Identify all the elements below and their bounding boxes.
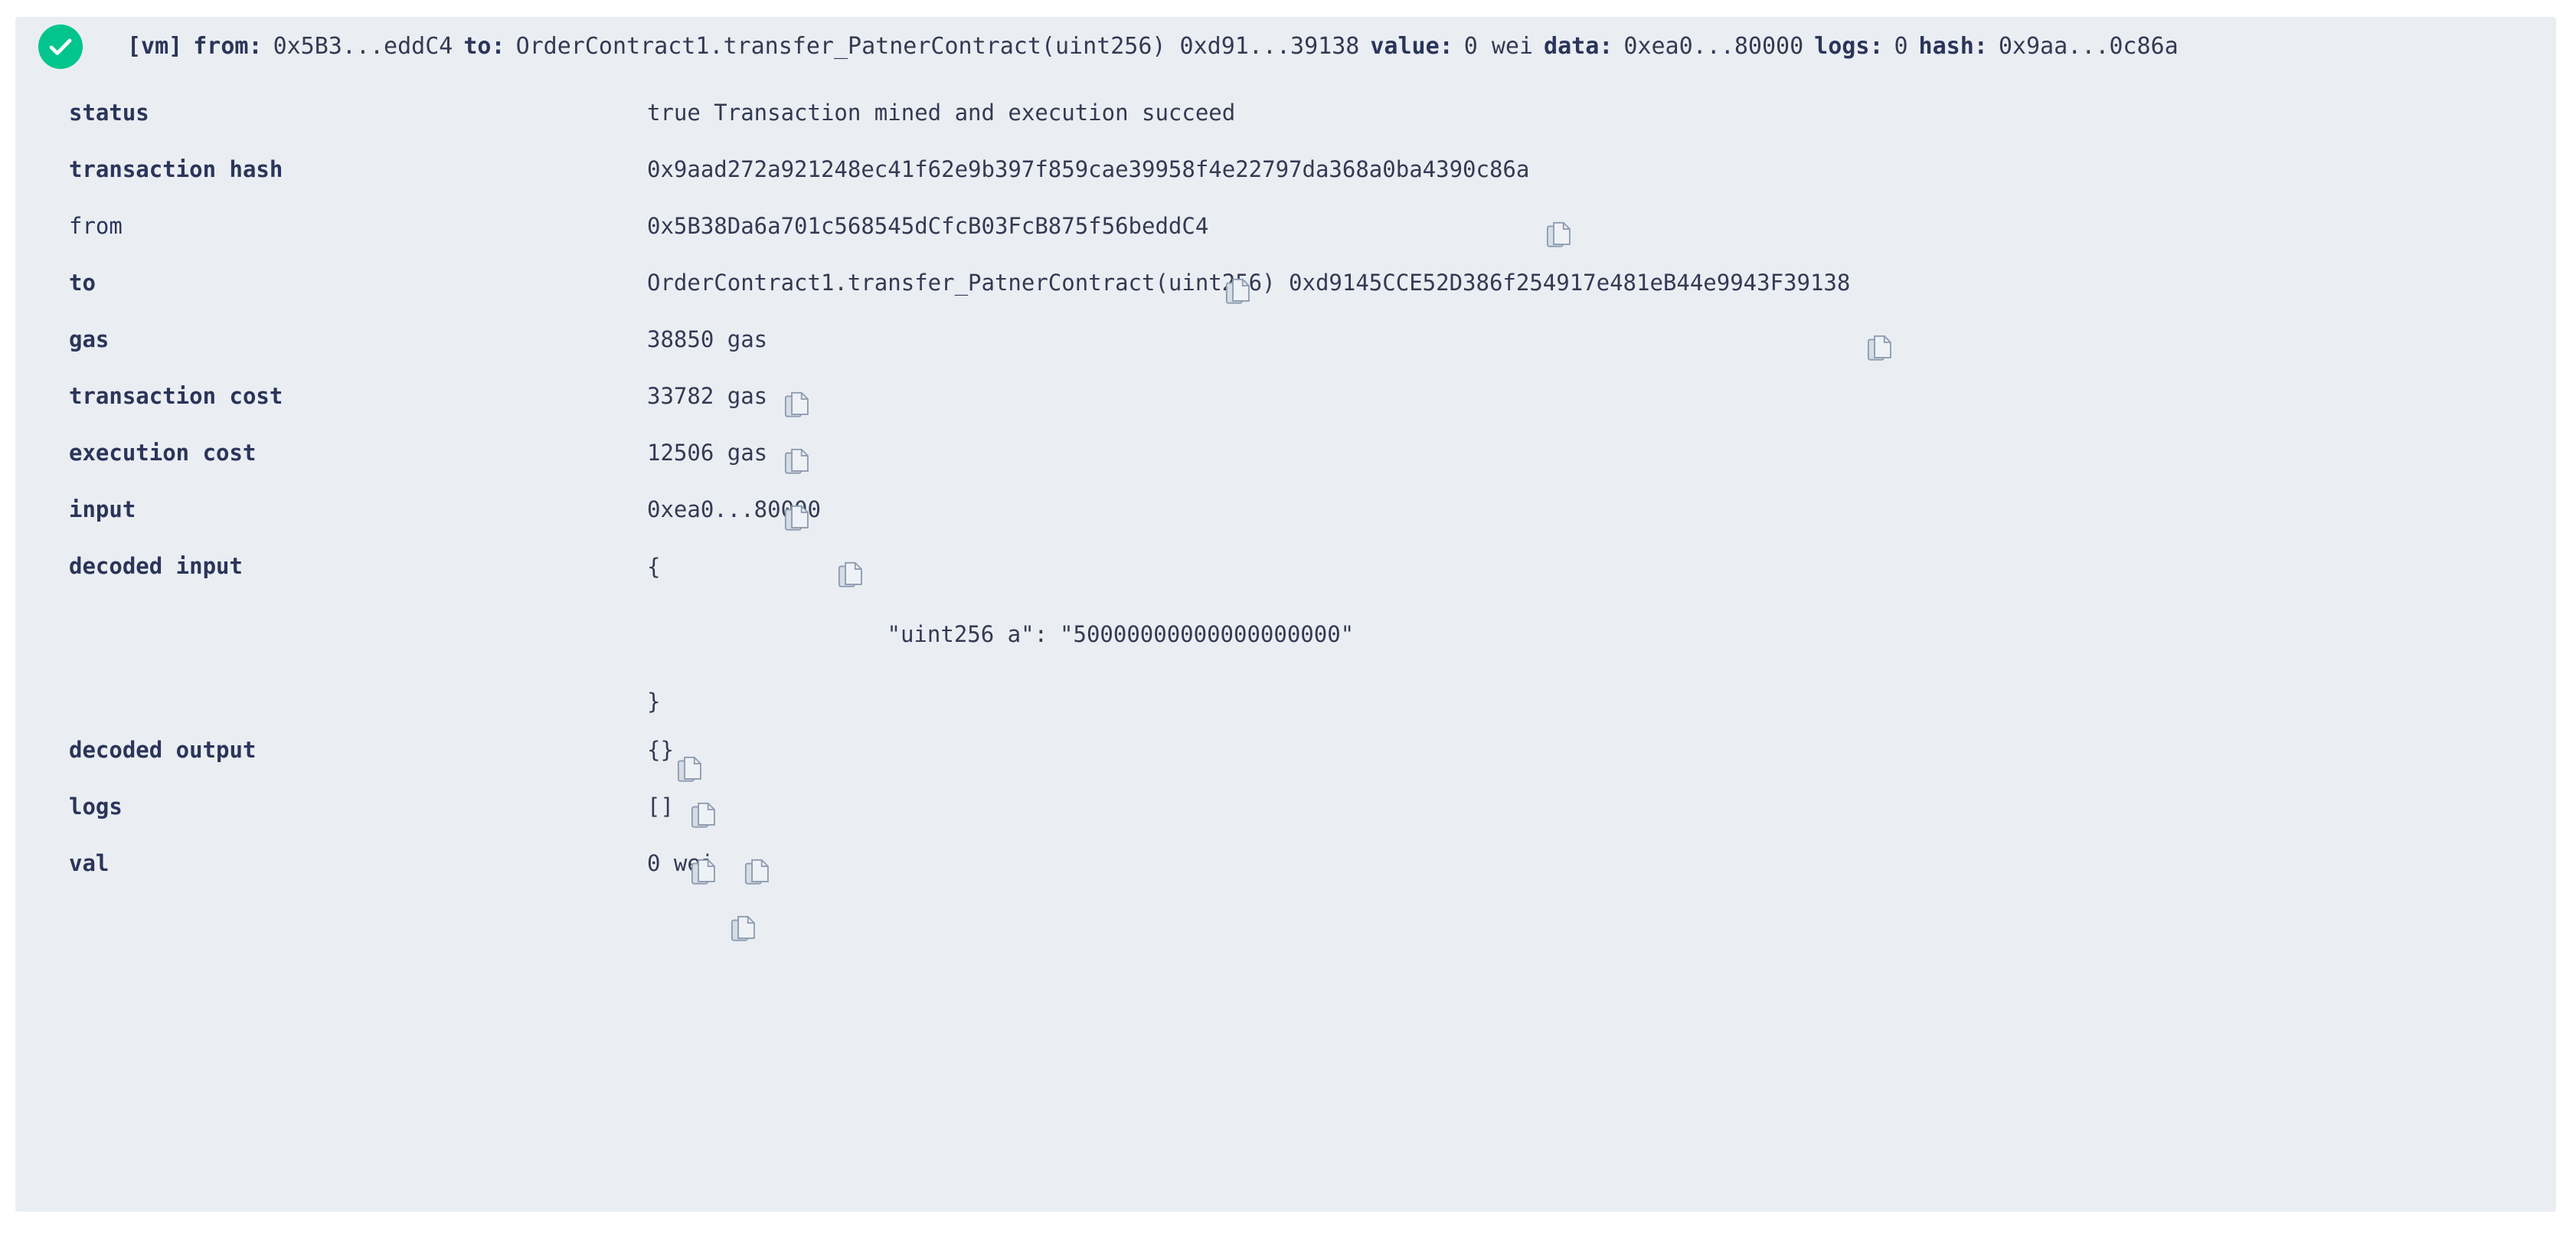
copy-icon[interactable] xyxy=(1546,156,1572,247)
copy-icon[interactable] xyxy=(1225,213,1251,304)
receipt-header[interactable]: [vm] from: 0x5B3...eddC4 to: OrderContract1.… xyxy=(15,17,2556,77)
row-value-transaction-cost: 33782 gas xyxy=(647,380,2556,474)
header-vm-tag: [vm] xyxy=(127,33,183,60)
header-key-value: value: xyxy=(1370,33,1453,60)
row-value-execution-cost: 12506 gas xyxy=(647,437,2556,531)
row-label-execution-cost: execution cost xyxy=(69,440,257,466)
transaction-hash-text: 0x9aad272a921248ec41f62e9b397f859cae3995… xyxy=(647,156,1530,182)
check-circle-icon xyxy=(38,25,83,69)
table-row: val 0 wei xyxy=(15,839,2556,941)
row-value-gas: 38850 gas xyxy=(647,323,2556,417)
row-value-decoded-output: {} xyxy=(647,734,2556,828)
row-label-decoded-input: decoded input xyxy=(69,553,243,579)
logs-text: [] xyxy=(647,794,674,820)
table-row: decoded input { "uint256 a": "50000000000… xyxy=(15,542,2556,782)
transaction-cost-text: 33782 gas xyxy=(647,383,768,409)
receipt-header-summary: [vm] from: 0x5B3...eddC4 to: OrderContract1.… xyxy=(127,35,2179,58)
header-value-to: OrderContract1.transfer_PatnerContract(u… xyxy=(515,33,1360,60)
copy-icon[interactable] xyxy=(1867,270,1893,361)
header-value-from: 0x5B3...eddC4 xyxy=(273,33,453,60)
table-row: execution cost 12506 gas xyxy=(15,429,2556,531)
header-value-value: 0 wei xyxy=(1463,33,1534,60)
row-label-to: to xyxy=(69,270,96,296)
from-address-text: 0x5B38Da6a701c568545dCfcB03FcB875f56bedd… xyxy=(647,213,1209,239)
copy-icon[interactable] xyxy=(784,440,810,531)
header-key-from: from: xyxy=(193,33,263,60)
gas-text: 38850 gas xyxy=(647,326,768,352)
copy-icon[interactable] xyxy=(677,688,703,782)
decoded-input-entry-value: "50000000000000000000" xyxy=(1060,621,1355,647)
row-value-status: true Transaction mined and execution suc… xyxy=(647,97,2556,129)
row-label-transaction-hash: transaction hash xyxy=(69,156,283,182)
copy-icon[interactable] xyxy=(784,383,810,474)
table-row: decoded output {} xyxy=(15,726,2556,828)
header-key-logs: logs: xyxy=(1814,33,1884,60)
row-value-logs: [] xyxy=(647,790,2556,885)
decoded-input-close-brace: } xyxy=(647,689,661,715)
row-label-gas: gas xyxy=(69,326,110,352)
row-label-from: from xyxy=(69,213,123,239)
copy-raw-logs-icon[interactable] xyxy=(744,794,770,885)
header-value-hash: 0x9aa...0c86a xyxy=(1998,33,2179,60)
copy-icon[interactable] xyxy=(784,326,810,417)
decoded-input-entry: "uint256 a": "50000000000000000000" xyxy=(647,584,1355,685)
row-value-input: 0xea0...80000 xyxy=(647,493,2556,587)
receipt-rows: status true Transaction mined and execut… xyxy=(15,77,2556,941)
table-row: transaction hash 0x9aad272a921248ec41f62… xyxy=(15,146,2556,247)
table-row: from 0x5B38Da6a701c568545dCfcB03FcB875f5… xyxy=(15,202,2556,304)
copy-icon[interactable] xyxy=(731,850,757,941)
header-key-hash: hash: xyxy=(1918,33,1988,60)
decoded-output-text: {} xyxy=(647,737,674,763)
execution-cost-text: 12506 gas xyxy=(647,440,768,466)
header-key-data: data: xyxy=(1544,33,1613,60)
row-label-val: val xyxy=(69,850,110,876)
decoded-input-open-brace: { xyxy=(647,554,661,580)
table-row: status true Transaction mined and execut… xyxy=(15,89,2556,146)
transaction-receipt-panel: [vm] from: 0x5B3...eddC4 to: OrderContract1.… xyxy=(15,17,2556,1212)
row-label-status: status xyxy=(69,100,149,126)
header-value-data: 0xea0...80000 xyxy=(1623,33,1804,60)
copy-icon[interactable] xyxy=(691,794,717,885)
copy-icon[interactable] xyxy=(838,496,864,587)
row-label-transaction-cost: transaction cost xyxy=(69,383,283,409)
row-label-logs: logs xyxy=(69,794,123,820)
table-row: logs [] xyxy=(15,783,2556,885)
row-label-decoded-output: decoded output xyxy=(69,737,257,763)
status-text: true Transaction mined and execution suc… xyxy=(647,100,1236,126)
decoded-input-close-row: } xyxy=(647,685,1354,782)
header-key-to: to: xyxy=(463,33,505,60)
row-label-input: input xyxy=(69,496,136,522)
header-value-logs: 0 xyxy=(1894,33,1908,60)
table-row: transaction cost 33782 gas xyxy=(15,372,2556,474)
row-value-val: 0 wei xyxy=(647,847,2556,941)
table-row: input 0xea0...80000 xyxy=(15,486,2556,587)
copy-icon[interactable] xyxy=(691,737,717,828)
decoded-input-json: { "uint256 a": "50000000000000000000" } xyxy=(647,550,1355,782)
row-value-transaction-hash: 0x9aad272a921248ec41f62e9b397f859cae3995… xyxy=(647,153,2556,247)
